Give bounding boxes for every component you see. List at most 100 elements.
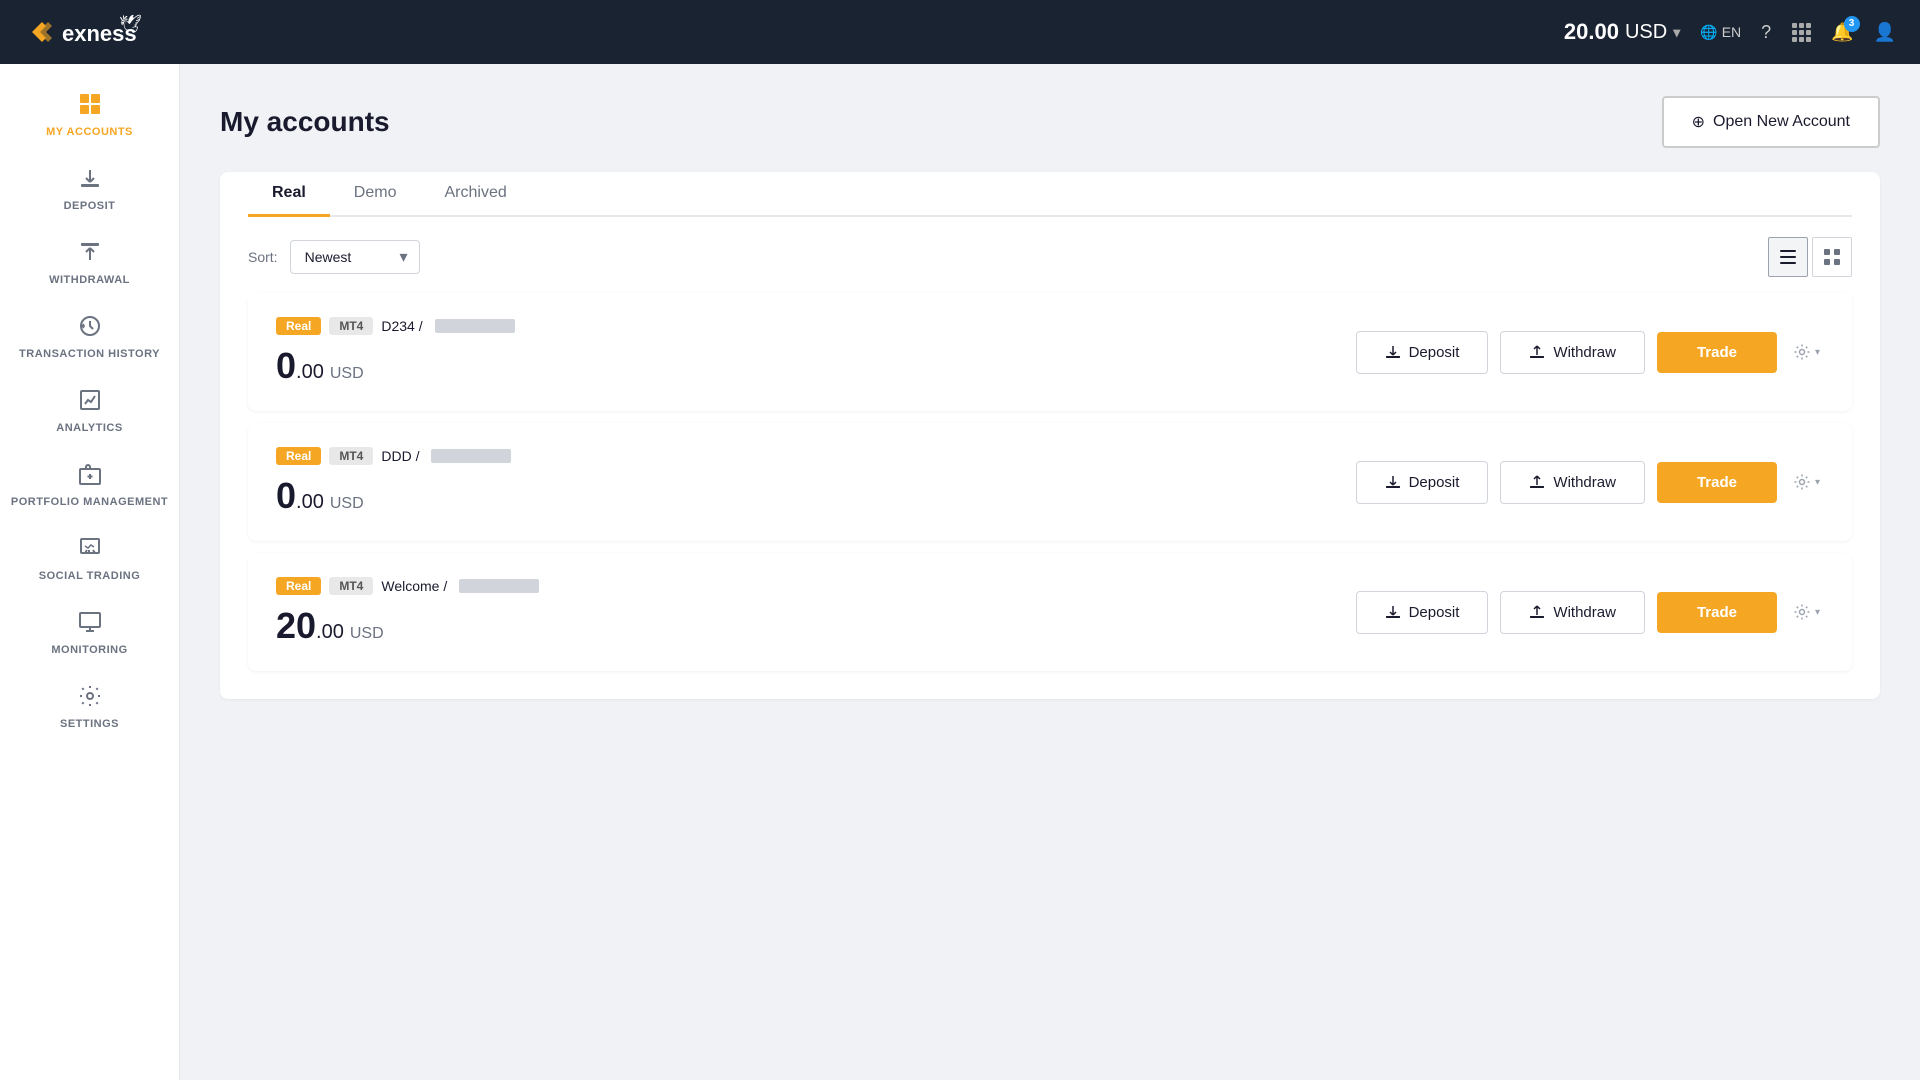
account-1-deposit-button[interactable]: Deposit [1356,331,1489,374]
account-1-settings-button[interactable]: ▾ [1789,339,1824,365]
list-view-button[interactable] [1768,237,1808,277]
account-1-real-badge: Real [276,317,321,335]
account-1-withdraw-button[interactable]: Withdraw [1500,331,1645,374]
sidebar-item-portfolio-management[interactable]: PORTFOLIO MANAGEMENT [0,450,179,520]
tab-demo[interactable]: Demo [330,172,421,217]
sidebar-label-transaction-history: TRANSACTION HISTORY [19,348,160,360]
account-1-trade-button[interactable]: Trade [1657,332,1777,373]
apps-button[interactable] [1791,22,1811,42]
logo[interactable]: exness 🕊 [24,14,144,50]
header-right: 20.00 USD ▾ 🌐 EN ? 🔔 [1564,19,1896,45]
sidebar-item-social-trading[interactable]: SOCIAL TRADING [0,524,179,594]
sort-select[interactable]: Newest Oldest Balance [290,240,420,274]
account-2-settings-button[interactable]: ▾ [1789,469,1824,495]
account-2-name: DDD / [381,448,419,464]
balance-chevron-icon: ▾ [1673,24,1680,41]
gear-icon-3 [1793,603,1811,621]
account-3-balance-dec: .00 [316,621,344,644]
account-3-balance-cur: USD [350,625,384,643]
sidebar-item-analytics[interactable]: ANALYTICS [0,376,179,446]
account-2-withdraw-button[interactable]: Withdraw [1500,461,1645,504]
account-3-id [459,579,539,593]
main-content: My accounts ⊕ Open New Account Real Demo… [180,64,1920,1080]
account-3-settings-button[interactable]: ▾ [1789,599,1824,625]
gear-chevron-icon-3: ▾ [1815,607,1820,618]
notification-badge: 3 [1844,16,1860,32]
list-view-icon [1780,249,1796,265]
sidebar-label-social-trading: SOCIAL TRADING [39,570,141,582]
grid-view-button[interactable] [1812,237,1852,277]
sidebar-label-monitoring: MONITORING [51,644,127,656]
lang-label: EN [1722,24,1741,40]
account-2-deposit-button[interactable]: Deposit [1356,461,1489,504]
sidebar-item-deposit[interactable]: DEPOSIT [0,154,179,224]
page-title: My accounts [220,106,390,138]
sidebar-item-monitoring[interactable]: MONITORING [0,598,179,668]
sidebar-label-deposit: DEPOSIT [64,200,116,212]
account-1-id [435,319,515,333]
withdraw-icon-3 [1529,604,1545,620]
deposit-icon-3 [1385,604,1401,620]
view-toggle [1768,237,1852,277]
account-3-real-badge: Real [276,577,321,595]
balance-currency: USD [1625,21,1667,44]
user-icon: 👤 [1874,22,1896,43]
account-1-balance: 0 .00 USD [276,345,515,387]
account-3-trade-button[interactable]: Trade [1657,592,1777,633]
profile-button[interactable]: 👤 [1874,22,1896,43]
balance-display[interactable]: 20.00 USD ▾ [1564,19,1680,45]
account-3-balance: 20 .00 USD [276,605,539,647]
deposit-icon [78,166,102,196]
tab-real[interactable]: Real [248,172,330,217]
gear-icon-2 [1793,473,1811,491]
open-new-account-button[interactable]: ⊕ Open New Account [1662,96,1880,148]
sidebar-item-settings[interactable]: SETTINGS [0,672,179,742]
svg-text:🕊: 🕊 [119,14,142,34]
open-account-label: Open New Account [1713,113,1850,131]
gear-icon [1793,343,1811,361]
sort-bar: Sort: Newest Oldest Balance [248,217,1852,293]
page-header: My accounts ⊕ Open New Account [220,96,1880,148]
my-accounts-icon [78,92,102,122]
help-button[interactable]: ? [1761,22,1771,43]
app-layout: MY ACCOUNTS DEPOSIT WITHDRAWAL [0,64,1920,1080]
sidebar-item-withdrawal[interactable]: WITHDRAWAL [0,228,179,298]
account-2-balance-cur: USD [330,495,364,513]
account-3-left: Real MT4 Welcome / 20 .00 USD [276,577,539,647]
tab-archived[interactable]: Archived [420,172,530,217]
transaction-history-icon [78,314,102,344]
sort-label: Sort: [248,249,278,265]
gear-chevron-icon: ▾ [1815,347,1820,358]
balance-amount: 20.00 [1564,19,1619,45]
apps-grid-icon [1791,22,1811,42]
sidebar-label-withdrawal: WITHDRAWAL [49,274,130,286]
account-2-left: Real MT4 DDD / 0 .00 USD [276,447,511,517]
account-3-name: Welcome / [381,578,447,594]
notifications-button[interactable]: 🔔 3 [1831,22,1853,43]
withdraw-icon-2 [1529,474,1545,490]
sidebar-item-transaction-history[interactable]: TRANSACTION HISTORY [0,302,179,372]
account-3-badges: Real MT4 Welcome / [276,577,539,595]
account-3-withdraw-button[interactable]: Withdraw [1500,591,1645,634]
account-1-balance-int: 0 [276,345,296,387]
help-icon: ? [1761,22,1771,43]
account-3-deposit-button[interactable]: Deposit [1356,591,1489,634]
settings-icon [78,684,102,714]
sidebar: MY ACCOUNTS DEPOSIT WITHDRAWAL [0,64,180,1080]
language-selector[interactable]: 🌐 EN [1700,24,1741,41]
account-2-balance: 0 .00 USD [276,475,511,517]
account-card-1: Real MT4 D234 / 0 .00 USD [248,293,1852,411]
account-3-mt4-badge: MT4 [329,577,373,595]
account-3-right: Deposit Withdraw Trade [1356,591,1824,634]
account-2-trade-button[interactable]: Trade [1657,462,1777,503]
logo-svg: exness 🕊 [24,14,144,50]
gear-chevron-icon-2: ▾ [1815,477,1820,488]
social-trading-icon [78,536,102,566]
sidebar-item-my-accounts[interactable]: MY ACCOUNTS [0,80,179,150]
sidebar-label-settings: SETTINGS [60,718,119,730]
account-1-right: Deposit Withdraw Trade [1356,331,1824,374]
sort-left: Sort: Newest Oldest Balance [248,240,420,274]
account-1-mt4-badge: MT4 [329,317,373,335]
account-card-2: Real MT4 DDD / 0 .00 USD [248,423,1852,541]
deposit-icon [1385,344,1401,360]
